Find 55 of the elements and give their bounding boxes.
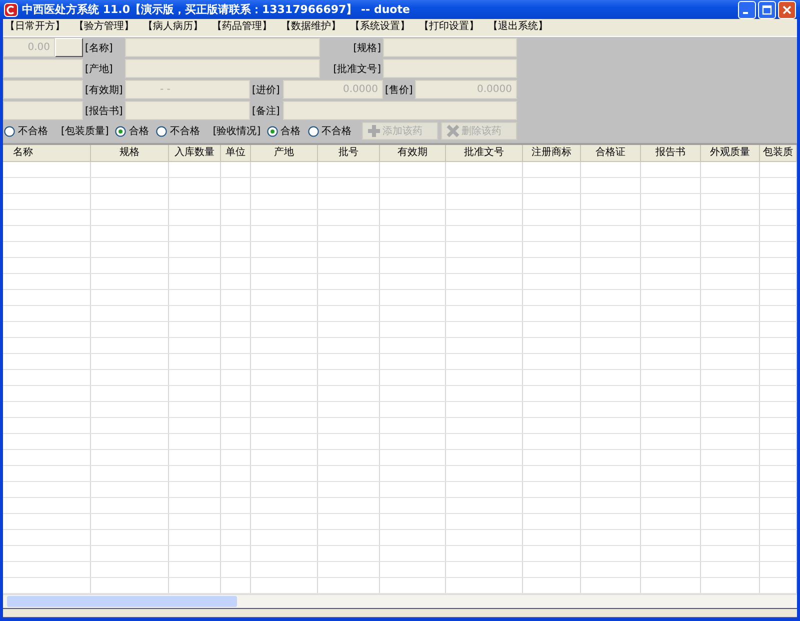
column-header[interactable]: 包装质 [760, 145, 797, 161]
close-button[interactable] [778, 0, 796, 18]
menu-item[interactable]: 【打印设置】 [419, 20, 479, 35]
input-field[interactable] [3, 101, 83, 120]
group-label: [验收情况] [212, 124, 261, 138]
scrollbar-thumb[interactable] [7, 596, 237, 607]
radio-option[interactable]: 不合格 [156, 124, 200, 138]
radio-option[interactable]: 合格 [266, 124, 301, 138]
radio-icon[interactable] [308, 126, 319, 136]
radio-icon[interactable] [114, 126, 126, 136]
menu-item[interactable]: 【日常开方】 [5, 20, 65, 35]
app-icon [4, 2, 18, 16]
radio-option[interactable]: 不合格 [308, 124, 352, 138]
close-icon [782, 4, 792, 14]
small-button[interactable] [55, 38, 83, 57]
radio-icon[interactable] [156, 126, 167, 136]
column-header[interactable]: 有效期 [380, 145, 446, 161]
input-field[interactable] [3, 80, 83, 99]
radio-option[interactable]: 合格 [114, 124, 149, 138]
column-header[interactable]: 批号 [318, 145, 380, 161]
column-header[interactable]: 规格 [91, 145, 169, 161]
radio-icon[interactable] [266, 126, 278, 136]
radio-icon[interactable] [4, 126, 15, 136]
input-field[interactable] [3, 59, 83, 78]
menu-item[interactable]: 【数据维护】 [281, 20, 341, 35]
plus-icon [366, 124, 381, 138]
menu-item[interactable]: 【退出系统】 [488, 20, 548, 35]
radio-option[interactable]: 不合格 [4, 124, 48, 138]
input-field[interactable] [125, 59, 320, 78]
column-header[interactable]: 名称 [3, 145, 91, 161]
maximize-icon [762, 4, 772, 14]
input-field[interactable] [283, 101, 517, 120]
column-header[interactable]: 单位 [221, 145, 251, 161]
maximize-button[interactable] [758, 0, 776, 18]
input-field[interactable] [383, 59, 517, 78]
cross-icon [446, 124, 460, 138]
input-field[interactable] [125, 101, 250, 120]
menu-item[interactable]: 【药品管理】 [212, 20, 272, 35]
menu-item[interactable]: 【系统设置】 [350, 20, 410, 35]
minimize-icon [742, 12, 748, 14]
column-header[interactable]: 合格证 [581, 145, 641, 161]
column-header[interactable]: 产地 [251, 145, 318, 161]
column-header[interactable]: 报告书 [641, 145, 701, 161]
menu-item[interactable]: 【病人病历】 [143, 20, 203, 35]
column-header[interactable]: 入库数量 [169, 145, 221, 161]
minimize-button[interactable] [738, 0, 756, 18]
input-field[interactable] [383, 38, 517, 57]
menu-item[interactable]: 【验方管理】 [74, 20, 134, 35]
window-title: 中西医处方系统 11.0【演示版，买正版请联系：13317966697】 -- duote [22, 2, 410, 17]
group-label: [包装质量] [61, 124, 109, 138]
column-header[interactable]: 外观质量 [701, 145, 760, 161]
horizontal-scrollbar[interactable] [3, 594, 797, 608]
input-field[interactable] [125, 38, 320, 57]
column-header[interactable]: 注册商标 [523, 145, 581, 161]
column-header[interactable]: 批准文号 [446, 145, 523, 161]
